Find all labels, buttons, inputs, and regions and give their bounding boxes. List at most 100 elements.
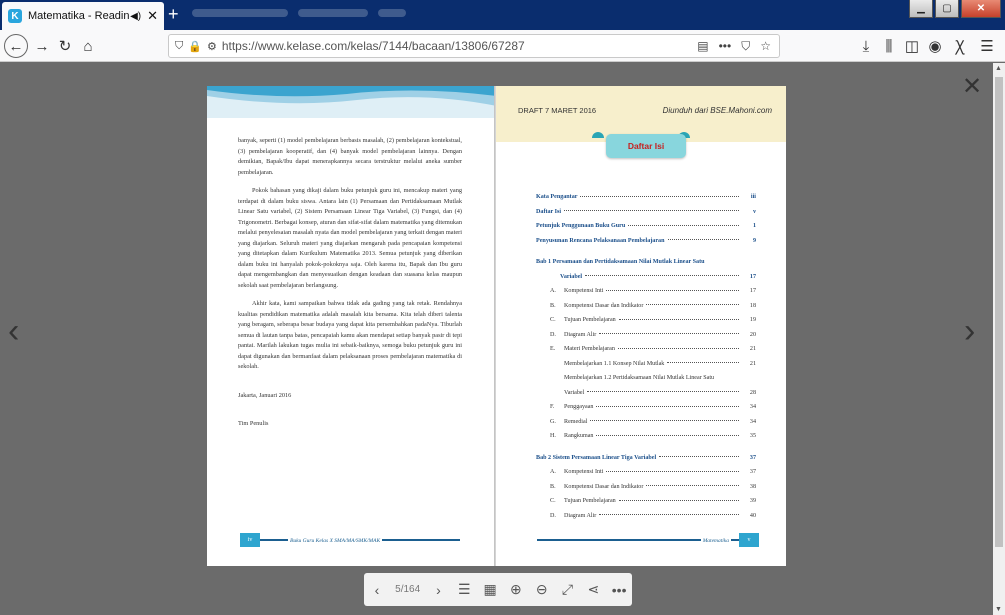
toc-entry-letter: C. bbox=[550, 498, 556, 505]
toc-entry[interactable]: B. Kompetensi Dasar dan Indikator 38 bbox=[536, 480, 756, 495]
right-page-footer: Matematika v bbox=[537, 533, 759, 548]
table-of-contents: Kata Pengantar iii Daftar Isi v Petunjuk Pen… bbox=[536, 190, 756, 523]
window-close-icon[interactable]: ✕ bbox=[961, 0, 1001, 18]
url-text[interactable]: https://www.kelase.com/kelas/7144/bacaan… bbox=[222, 39, 697, 53]
toc-entry-page: 37 bbox=[749, 454, 756, 461]
pocket-icon[interactable]: ⛉ bbox=[741, 39, 750, 54]
scrollbar[interactable]: ▲ ▼ bbox=[993, 63, 1005, 615]
toc-entry[interactable]: D. Diagram Alir 20 bbox=[536, 328, 756, 343]
new-tab-icon[interactable]: + bbox=[168, 4, 179, 25]
toc-leader-dots bbox=[606, 470, 739, 472]
preface-paragraph: Akhir kata, kami sampaikan bahwa tidak a… bbox=[238, 300, 462, 370]
zoom-out-icon[interactable]: ⊖ bbox=[529, 577, 555, 603]
reader-toolbar: ‹ 5/164 › ☰ ▦ ⊕ ⊖ ⤢ ⋖ ••• bbox=[364, 573, 632, 606]
toc-entry-label: Kompetensi Inti bbox=[564, 288, 604, 295]
list-view-icon[interactable]: ☰ bbox=[451, 577, 477, 603]
toc-entry[interactable]: D. Diagram Alir 40 bbox=[536, 509, 756, 524]
toc-entry[interactable]: B. Kompetensi Dasar dan Indikator 18 bbox=[536, 299, 756, 314]
toc-entry-page: iii bbox=[750, 194, 756, 201]
toc-entry[interactable]: Kata Pengantar iii bbox=[536, 190, 756, 205]
toc-entry-page: 18 bbox=[749, 302, 756, 309]
close-tab-icon[interactable]: ✕ bbox=[147, 8, 158, 24]
fullscreen-icon[interactable]: ⤢ bbox=[555, 577, 581, 603]
minimize-icon[interactable]: ▁ bbox=[909, 0, 933, 18]
scroll-up-icon[interactable]: ▲ bbox=[995, 65, 1002, 72]
toc-entry-page: 17 bbox=[749, 273, 756, 280]
next-page-arrow-icon[interactable]: › bbox=[964, 312, 975, 351]
grid-view-icon[interactable]: ▦ bbox=[477, 577, 503, 603]
toc-entry[interactable]: Membelajarkan 1.2 Pertidaksamaan Nilai M… bbox=[536, 371, 756, 386]
toc-entry-letter: G. bbox=[550, 418, 556, 425]
toc-entry-page: 34 bbox=[749, 404, 756, 411]
toc-entry[interactable]: G. Remedial 34 bbox=[536, 415, 756, 430]
page-actions-icon[interactable]: ••• bbox=[719, 39, 732, 54]
reader-view-icon[interactable]: ▤ bbox=[697, 39, 708, 54]
right-footer-text: Matematika bbox=[700, 538, 731, 544]
toc-entry[interactable]: Variabel 17 bbox=[536, 270, 756, 285]
toc-entry[interactable]: Membelajarkan 1.1 Konsep Nilai Mutlak 21 bbox=[536, 357, 756, 372]
reload-icon[interactable]: ↻ bbox=[55, 36, 75, 56]
zoom-in-icon[interactable]: ⊕ bbox=[503, 577, 529, 603]
toc-entry[interactable]: Petunjuk Penggunaan Buku Guru 1 bbox=[536, 219, 756, 234]
sidebar-icon[interactable]: ◫ bbox=[902, 36, 922, 56]
toc-entry[interactable]: Daftar Isi v bbox=[536, 205, 756, 220]
toc-entry-label: Penggayaan bbox=[564, 404, 594, 411]
audio-icon[interactable]: ◀) bbox=[130, 11, 141, 22]
source-label: Diunduh dari BSE.Mahoni.com bbox=[662, 106, 772, 115]
toc-entry-page: 20 bbox=[749, 331, 756, 338]
toc-entry-page: 38 bbox=[749, 483, 756, 490]
close-viewer-icon[interactable]: ✕ bbox=[962, 72, 982, 101]
scroll-thumb[interactable] bbox=[995, 77, 1003, 547]
bookmark-star-icon[interactable]: ☆ bbox=[760, 39, 771, 54]
toc-entry[interactable]: E. Materi Pembelajaran 21 bbox=[536, 342, 756, 357]
toc-entry[interactable]: Variabel 28 bbox=[536, 386, 756, 401]
shield-icon[interactable]: ⛉ bbox=[175, 40, 183, 53]
tab-bar: K Matematika - Reading ◀) ✕ + ▁ ▢ ✕ bbox=[0, 0, 1005, 30]
library-icon[interactable]: ⫼ bbox=[879, 36, 899, 56]
toc-leader-dots bbox=[618, 318, 739, 320]
toc-entry[interactable]: Bab 2 Sistem Persamaan Linear Tiga Varia… bbox=[536, 451, 756, 466]
permissions-icon[interactable]: ⚙ bbox=[207, 40, 217, 53]
toc-leader-dots bbox=[659, 456, 739, 458]
forward-icon[interactable]: → bbox=[32, 36, 52, 56]
toc-entry-page: 21 bbox=[749, 360, 756, 367]
home-icon[interactable]: ⌂ bbox=[78, 36, 98, 56]
toc-entry[interactable]: C. Tujuan Pembelajaran 19 bbox=[536, 313, 756, 328]
tab-matematika-reading[interactable]: K Matematika - Reading ◀) ✕ bbox=[2, 2, 164, 30]
toc-entry-label: Tujuan Pembelajaran bbox=[564, 498, 616, 505]
toc-entry-label: Bab 1 Persamaan dan Pertidaksamaan Nilai… bbox=[536, 259, 705, 266]
toc-leader-dots bbox=[596, 434, 739, 436]
place-date: Jakarta, Januari 2016 bbox=[238, 391, 292, 399]
toc-title: Daftar Isi bbox=[606, 134, 686, 158]
toc-entry[interactable]: C. Tujuan Pembelajaran 39 bbox=[536, 494, 756, 509]
toc-entry[interactable]: Bab 1 Persamaan dan Pertidaksamaan Nilai… bbox=[536, 255, 756, 270]
toc-entry-letter: D. bbox=[550, 331, 556, 338]
toc-entry-label: Diagram Alir bbox=[564, 331, 597, 338]
toc-entry-page: 28 bbox=[749, 389, 756, 396]
share-icon[interactable]: ⋖ bbox=[580, 577, 606, 603]
download-icon[interactable]: ⤓ bbox=[856, 36, 876, 56]
back-icon[interactable]: ← bbox=[4, 34, 28, 58]
url-bar[interactable]: ⛉ 🔒 ⚙ https://www.kelase.com/kelas/7144/… bbox=[168, 34, 780, 58]
page-indicator[interactable]: 5/164 bbox=[390, 577, 426, 603]
toc-leader-dots bbox=[599, 333, 739, 335]
next-page-icon[interactable]: › bbox=[426, 577, 452, 603]
toc-entry[interactable]: Penyusunan Rencana Pelaksanaan Pembelaja… bbox=[536, 234, 756, 249]
maximize-icon[interactable]: ▢ bbox=[935, 0, 959, 18]
toc-entry-letter: H. bbox=[550, 433, 556, 440]
toc-entry[interactable]: H. Rangkuman 35 bbox=[536, 429, 756, 444]
lock-icon[interactable]: 🔒 bbox=[188, 40, 202, 53]
toc-entry[interactable]: A. Kompetensi Inti 17 bbox=[536, 284, 756, 299]
toc-tab-left bbox=[592, 132, 604, 138]
scroll-down-icon[interactable]: ▼ bbox=[995, 606, 1002, 613]
extension-icon[interactable]: Ꭓ bbox=[950, 36, 970, 56]
account-icon[interactable]: ◉ bbox=[925, 36, 945, 56]
toc-entry[interactable]: F. Penggayaan 34 bbox=[536, 400, 756, 415]
prev-page-icon[interactable]: ‹ bbox=[364, 577, 390, 603]
more-options-icon[interactable]: ••• bbox=[606, 577, 632, 603]
toc-entry-label: Variabel bbox=[564, 389, 585, 396]
toc-entry[interactable]: A. Kompetensi Inti 37 bbox=[536, 465, 756, 480]
toc-entry-label: Rangkuman bbox=[564, 433, 594, 440]
previous-page-arrow-icon[interactable]: ‹ bbox=[8, 312, 19, 351]
menu-icon[interactable]: ☰ bbox=[977, 36, 997, 56]
